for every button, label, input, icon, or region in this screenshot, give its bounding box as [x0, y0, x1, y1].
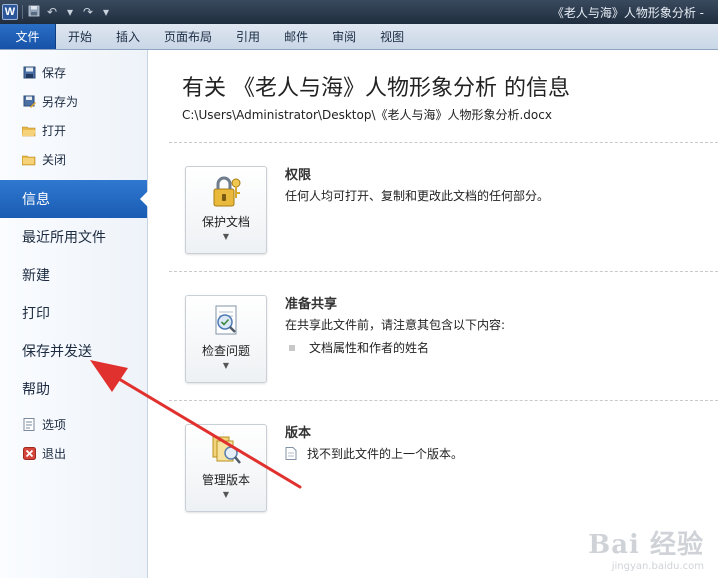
section-divider: [169, 400, 718, 401]
page-title: 有关 《老人与海》人物形象分析 的信息: [182, 76, 570, 101]
save-icon: [22, 66, 36, 80]
window-title: 《老人与海》人物形象分析 -: [551, 6, 704, 20]
prepare-sharing-text: 在共享此文件前，请注意其包含以下内容:: [285, 318, 506, 332]
sidebar-item-help[interactable]: 帮助: [0, 370, 147, 408]
undo-icon[interactable]: ↶: [45, 5, 59, 19]
backstage-sidebar: 保存 另存为 打开 关闭 信息 最近所用文件 新建 打印 保存并发送 帮助 选项…: [0, 50, 148, 578]
bullet-text: 文档属性和作者的姓名: [309, 341, 430, 355]
tab-home[interactable]: 开始: [56, 24, 104, 49]
sidebar-item-label: 打开: [42, 124, 67, 138]
sidebar-item-info[interactable]: 信息: [0, 180, 148, 218]
exit-icon: [22, 447, 36, 461]
manage-versions-button[interactable]: 管理版本 ▼: [185, 424, 267, 512]
sidebar-item-options[interactable]: 选项: [0, 410, 147, 439]
chevron-down-icon: ▼: [222, 232, 230, 241]
sidebar-item-close[interactable]: 关闭: [0, 145, 147, 174]
inspect-document-icon: [208, 304, 244, 338]
sidebar-item-open[interactable]: 打开: [0, 116, 147, 145]
document-path: C:\Users\Administrator\Desktop\《老人与海》人物形…: [182, 108, 552, 122]
word-logo-icon[interactable]: W: [2, 4, 18, 20]
lock-key-icon: [208, 175, 244, 209]
permissions-text: 任何人均可打开、复制和更改此文档的任何部分。: [285, 189, 550, 203]
sidebar-item-label: 选项: [42, 418, 67, 432]
sidebar-item-label: 保存: [42, 66, 67, 80]
watermark-brand: Bai 经验: [588, 530, 704, 560]
sidebar-item-label: 退出: [42, 447, 67, 461]
save-icon[interactable]: [27, 5, 41, 20]
tab-mailings[interactable]: 邮件: [272, 24, 320, 49]
sidebar-item-print[interactable]: 打印: [0, 294, 147, 332]
sidebar-item-save-and-send[interactable]: 保存并发送: [0, 332, 147, 370]
list-item: 找不到此文件的上一个版本。: [285, 445, 463, 462]
sidebar-item-exit[interactable]: 退出: [0, 439, 147, 468]
title-bar: W ↶ ▾ ↷ ▾ 《老人与海》人物形象分析 -: [0, 0, 718, 24]
prepare-sharing-heading: 准备共享: [285, 297, 338, 312]
button-label: 检查问题: [201, 344, 250, 358]
sidebar-item-save-as[interactable]: 另存为: [0, 87, 147, 116]
close-folder-icon: [22, 153, 36, 167]
save-as-icon: [22, 95, 36, 109]
open-folder-icon: [22, 124, 36, 138]
quick-access-toolbar: W ↶ ▾ ↷ ▾: [0, 0, 113, 24]
tab-references[interactable]: 引用: [224, 24, 272, 49]
tab-file[interactable]: 文件: [0, 24, 56, 49]
chevron-down-icon: ▼: [222, 361, 230, 370]
tab-insert[interactable]: 插入: [104, 24, 152, 49]
sidebar-item-recent[interactable]: 最近所用文件: [0, 218, 147, 256]
chevron-down-icon[interactable]: ▾: [63, 5, 77, 19]
tab-page-layout[interactable]: 页面布局: [152, 24, 224, 49]
permissions-heading: 权限: [285, 168, 312, 183]
sidebar-item-save[interactable]: 保存: [0, 58, 147, 87]
list-item: 文档属性和作者的姓名: [289, 339, 429, 356]
versions-heading: 版本: [285, 426, 312, 441]
bullet-square-icon: [289, 344, 295, 351]
watermark: Bai 经验 jingyan.baidu.com: [588, 524, 704, 572]
versions-icon: [208, 433, 244, 467]
chevron-down-icon: ▼: [222, 490, 230, 499]
bullet-text: 找不到此文件的上一个版本。: [307, 447, 464, 461]
redo-icon[interactable]: ↷: [81, 5, 95, 19]
options-icon: [22, 418, 36, 432]
watermark-url: jingyan.baidu.com: [611, 561, 704, 572]
customize-qat-icon[interactable]: ▾: [99, 5, 113, 19]
tab-view[interactable]: 视图: [368, 24, 416, 49]
button-label: 保护文档: [201, 215, 250, 229]
sidebar-item-new[interactable]: 新建: [0, 256, 147, 294]
document-icon: [285, 447, 297, 460]
button-label: 管理版本: [201, 473, 250, 487]
tab-review[interactable]: 审阅: [320, 24, 368, 49]
sidebar-item-label: 另存为: [42, 95, 79, 109]
check-for-issues-button[interactable]: 检查问题 ▼: [185, 295, 267, 383]
sidebar-item-label: 关闭: [42, 153, 67, 167]
qat-separator: [22, 5, 23, 19]
ribbon-tab-bar: 文件 开始 插入 页面布局 引用 邮件 审阅 视图: [0, 24, 718, 50]
section-divider: [169, 142, 718, 143]
protect-document-button[interactable]: 保护文档 ▼: [185, 166, 267, 254]
info-panel: 有关 《老人与海》人物形象分析 的信息 C:\Users\Administrat…: [149, 50, 718, 578]
section-divider: [169, 271, 718, 272]
